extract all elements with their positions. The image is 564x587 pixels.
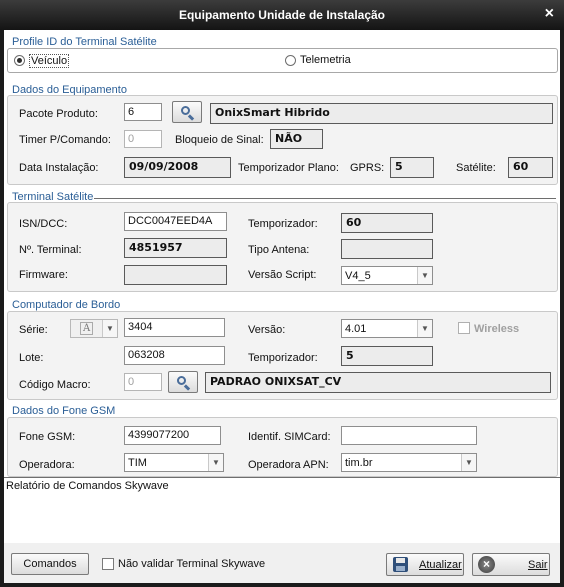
radio-veiculo[interactable] [14, 55, 25, 66]
gprs-label: GPRS: [350, 162, 385, 174]
chevron-down-icon[interactable]: ▼ [102, 320, 117, 337]
bloqueio-field: NÃO [270, 129, 323, 149]
macro-search-button[interactable] [168, 371, 198, 393]
serie-input[interactable]: 3404 [124, 318, 225, 337]
temporizador-label: Temporizador: [248, 218, 318, 230]
isn-input[interactable]: DCC0047EED4A [124, 212, 227, 231]
equipamento-group: Pacote Produto: 6 OnixSmart Hibrido Time… [7, 95, 558, 185]
simcard-input[interactable] [341, 426, 477, 445]
numero-field: 4851957 [124, 238, 227, 258]
apn-value: tim.br [345, 457, 373, 469]
profile-group: Veículo Telemetria [7, 48, 558, 73]
wireless-checkbox[interactable] [458, 322, 470, 334]
satelite-label: Satélite: [456, 162, 496, 174]
dialog-window: Equipamento Unidade de Instalação × Prof… [0, 0, 564, 587]
nao-validar-label: Não validar Terminal Skywave [118, 558, 266, 570]
simcard-label: Identif. SIMCard: [248, 431, 331, 443]
sair-label: Sair [528, 559, 548, 571]
terminal-divider [94, 198, 556, 199]
serie-code: A [80, 322, 94, 335]
pacote-search-button[interactable] [172, 101, 202, 123]
apn-select[interactable]: tim.br ▼ [341, 453, 477, 472]
wireless-label: Wireless [474, 323, 520, 335]
section-title-gsm: Dados do Fone GSM [12, 405, 116, 417]
firmware-field [124, 265, 227, 285]
temporizador-field: 60 [341, 213, 433, 233]
chevron-down-icon[interactable]: ▼ [208, 454, 223, 471]
data-label: Data Instalação: [19, 162, 99, 174]
nao-validar-checkbox[interactable] [102, 558, 114, 570]
versao-value: 4.01 [345, 323, 367, 335]
script-value: V4_5 [345, 270, 371, 282]
radio-telemetria-label[interactable]: Telemetria [300, 54, 351, 66]
chevron-down-icon[interactable]: ▼ [417, 320, 432, 337]
temporizador-cb-field: 5 [341, 346, 433, 366]
lote-label: Lote: [19, 352, 44, 364]
macro-input[interactable]: 0 [124, 373, 162, 391]
fone-label: Fone GSM: [19, 431, 76, 443]
relatorio-textarea[interactable]: Relatório de Comandos Skywave [4, 477, 560, 544]
serie-label: Série: [19, 324, 48, 336]
terminal-group: ISN/DCC: DCC0047EED4A Temporizador: 60 N… [7, 202, 558, 292]
relatorio-text: Relatório de Comandos Skywave [6, 480, 169, 492]
sair-button[interactable]: × Sair [472, 553, 550, 576]
operadora-label: Operadora: [19, 459, 75, 471]
macro-name-field: PADRAO ONIXSAT_CV [205, 372, 551, 393]
chevron-down-icon[interactable]: ▼ [417, 267, 432, 284]
antena-label: Tipo Antena: [248, 244, 310, 256]
close-icon[interactable]: × [545, 5, 554, 23]
pacote-label: Pacote Produto: [19, 108, 98, 120]
section-title-computador: Computador de Bordo [12, 299, 121, 311]
macro-label: Código Macro: [19, 379, 91, 391]
radio-telemetria[interactable] [285, 55, 296, 66]
window-title: Equipamento Unidade de Instalação [178, 8, 386, 22]
section-title-profile: Profile ID do Terminal Satélite [12, 36, 157, 48]
firmware-label: Firmware: [19, 269, 68, 281]
satelite-field: 60 [508, 157, 553, 178]
timer-input[interactable]: 0 [124, 130, 162, 148]
exit-x-icon: × [478, 556, 495, 573]
floppy-disk-icon [393, 557, 408, 572]
apn-label: Operadora APN: [248, 459, 329, 471]
lote-input[interactable]: 063208 [124, 346, 225, 365]
isn-label: ISN/DCC: [19, 218, 68, 230]
atualizar-label: Atualizar [419, 559, 462, 571]
dialog-body: Profile ID do Terminal Satélite Veículo … [4, 30, 560, 583]
title-bar[interactable]: Equipamento Unidade de Instalação × [0, 0, 564, 30]
footer-bar: Comandos Não validar Terminal Skywave At… [4, 543, 560, 583]
versao-label: Versão: [248, 324, 286, 336]
bloqueio-label: Bloqueio de Sinal: [175, 134, 264, 146]
script-label: Versão Script: [248, 269, 317, 281]
timer-label: Timer P/Comando: [19, 134, 111, 146]
radio-veiculo-label[interactable]: Veículo [29, 54, 70, 68]
operadora-select[interactable]: TIM ▼ [124, 453, 224, 472]
versao-select[interactable]: 4.01 ▼ [341, 319, 433, 338]
serie-code-select[interactable]: A ▼ [70, 319, 118, 338]
data-field: 09/09/2008 [124, 157, 231, 178]
script-select[interactable]: V4_5 ▼ [341, 266, 433, 285]
computador-group: Série: A ▼ 3404 Versão: 4.01 ▼ Wireless … [7, 311, 558, 400]
pacote-name-field: OnixSmart Hibrido [210, 103, 553, 124]
antena-field [341, 239, 433, 259]
temporizador-cb-label: Temporizador: [248, 352, 318, 364]
chevron-down-icon[interactable]: ▼ [461, 454, 476, 471]
atualizar-button[interactable]: Atualizar [386, 553, 464, 576]
gsm-group: Fone GSM: 4399077200 Identif. SIMCard: O… [7, 417, 558, 477]
gprs-field: 5 [390, 157, 434, 178]
temp-plano-label: Temporizador Plano: [238, 162, 339, 174]
comandos-button[interactable]: Comandos [11, 553, 89, 575]
operadora-value: TIM [128, 457, 147, 469]
pacote-input[interactable]: 6 [124, 103, 162, 121]
numero-label: Nº. Terminal: [19, 244, 82, 256]
fone-input[interactable]: 4399077200 [124, 426, 221, 445]
